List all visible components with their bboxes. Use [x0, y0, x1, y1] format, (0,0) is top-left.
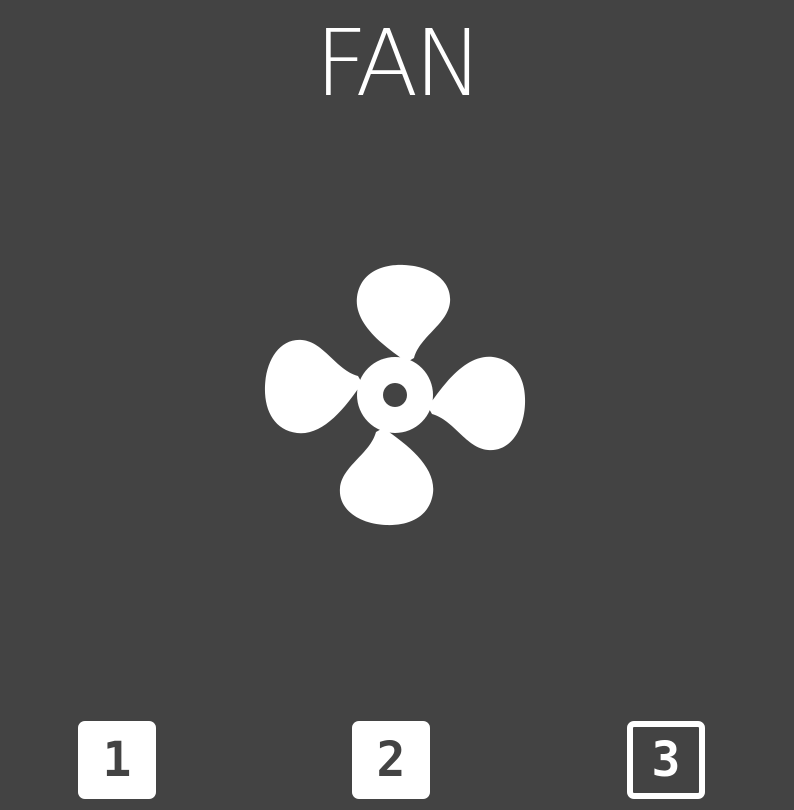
page-title: FAN: [314, 10, 483, 117]
speed-2-label: 2: [376, 732, 406, 788]
fan-icon: [264, 264, 526, 526]
speed-1-label: 1: [102, 732, 132, 788]
speed-3-label: 3: [651, 732, 681, 788]
speed-1-button[interactable]: 1: [78, 721, 156, 799]
speed-3-button[interactable]: 3: [627, 721, 705, 799]
speed-2-button[interactable]: 2: [352, 721, 430, 799]
